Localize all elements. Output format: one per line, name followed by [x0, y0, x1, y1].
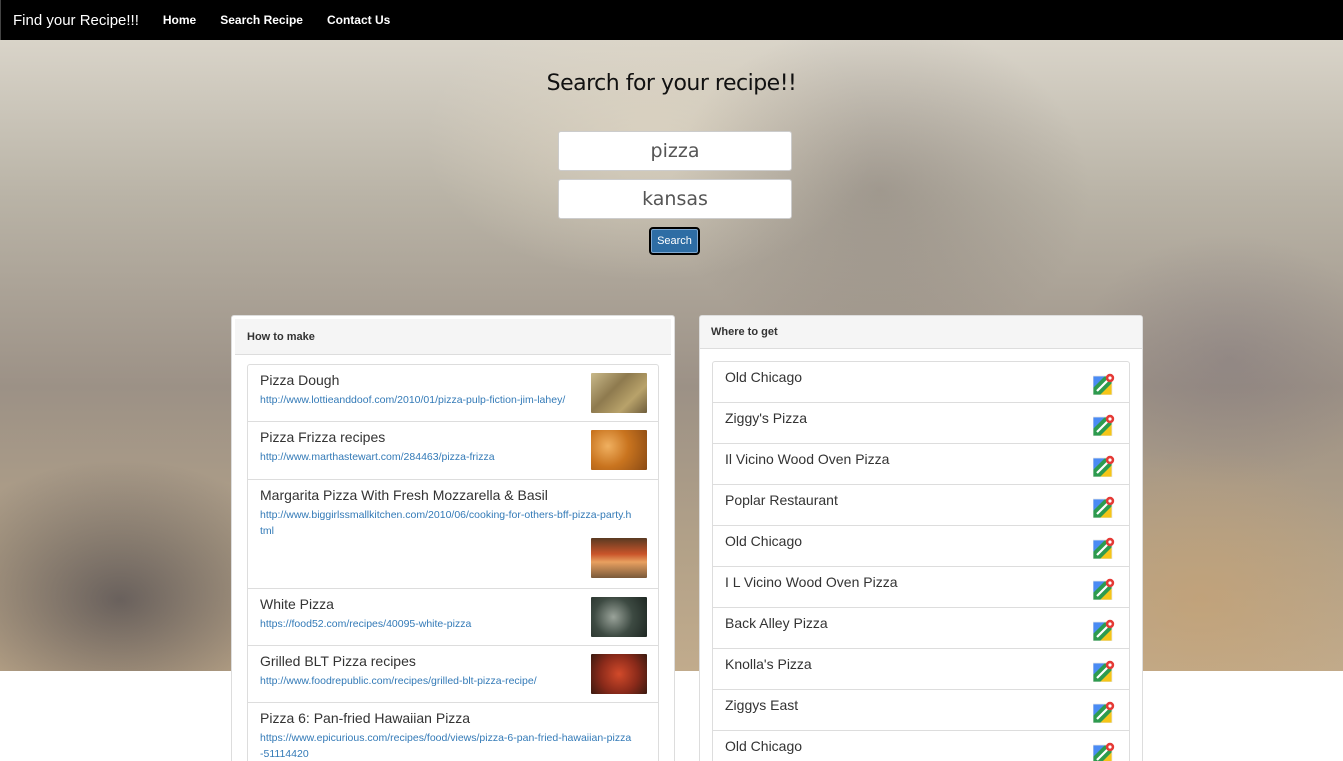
recipe-link[interactable]: https://www.epicurious.com/recipes/food/… [260, 730, 632, 761]
recipe-link[interactable]: http://www.lottieanddoof.com/2010/01/piz… [260, 392, 632, 408]
places-panel-heading: Where to get [700, 316, 1142, 349]
google-maps-icon[interactable] [1092, 660, 1115, 683]
google-maps-icon[interactable] [1092, 455, 1115, 478]
recipes-panel-heading: How to make [235, 319, 671, 355]
place-item[interactable]: I L Vicino Wood Oven Pizza [713, 567, 1129, 608]
place-item[interactable]: Ziggys East [713, 690, 1129, 731]
place-list: Old Chicago Ziggy's Pizza Il Vicino Wood O… [712, 361, 1130, 761]
location-input[interactable] [558, 179, 792, 219]
recipe-item[interactable]: Pizza Frizza recipes http://www.marthast… [248, 422, 658, 480]
place-name: Old Chicago [725, 369, 803, 385]
nav-link-home[interactable]: Home [163, 13, 196, 27]
place-item[interactable]: Il Vicino Wood Oven Pizza [713, 444, 1129, 485]
recipe-thumbnail [591, 654, 647, 694]
brand-link[interactable]: Find your Recipe!!! [13, 12, 139, 29]
google-maps-icon[interactable] [1092, 701, 1115, 724]
google-maps-icon[interactable] [1092, 619, 1115, 642]
nav-link-contact-us[interactable]: Contact Us [327, 13, 390, 27]
navbar: Find your Recipe!!! Home Search Recipe C… [0, 0, 1343, 40]
place-name: Ziggys East [725, 697, 799, 713]
recipe-item[interactable]: White Pizza https://food52.com/recipes/4… [248, 589, 658, 646]
google-maps-icon[interactable] [1092, 578, 1115, 601]
place-name: Knolla's Pizza [725, 656, 812, 672]
place-name: Back Alley Pizza [725, 615, 828, 631]
nav-link-search-recipe[interactable]: Search Recipe [220, 13, 303, 27]
google-maps-icon[interactable] [1092, 414, 1115, 437]
place-item[interactable]: Old Chicago [713, 526, 1129, 567]
recipe-item[interactable]: Grilled BLT Pizza recipes http://www.foo… [248, 646, 658, 703]
recipe-item[interactable]: Pizza Dough http://www.lottieanddoof.com… [248, 365, 658, 422]
recipe-title: Margarita Pizza With Fresh Mozzarella & … [260, 487, 548, 503]
recipe-link[interactable]: http://www.biggirlssmallkitchen.com/2010… [260, 507, 632, 539]
place-name: Old Chicago [725, 738, 803, 754]
place-item[interactable]: Back Alley Pizza [713, 608, 1129, 649]
place-name: I L Vicino Wood Oven Pizza [725, 574, 898, 590]
recipe-thumbnail [591, 430, 647, 470]
recipe-list: Pizza Dough http://www.lottieanddoof.com… [247, 364, 659, 761]
recipe-item[interactable]: Margarita Pizza With Fresh Mozzarella & … [248, 480, 658, 589]
recipe-search-input[interactable] [558, 131, 792, 171]
place-item[interactable]: Old Chicago [713, 362, 1129, 403]
recipe-thumbnail [591, 597, 647, 637]
recipe-thumbnail [591, 373, 647, 413]
search-button[interactable]: Search [649, 227, 700, 255]
recipe-thumbnail [591, 538, 647, 578]
place-item[interactable]: Ziggy's Pizza [713, 403, 1129, 444]
recipe-title: Pizza Dough [260, 372, 340, 388]
place-item[interactable]: Knolla's Pizza [713, 649, 1129, 690]
recipes-panel: How to make Pizza Dough http://www.lotti… [231, 315, 675, 761]
recipe-title: Pizza 6: Pan-fried Hawaiian Pizza [260, 710, 471, 726]
recipe-title: White Pizza [260, 596, 334, 612]
recipe-link[interactable]: http://www.marthastewart.com/284463/pizz… [260, 449, 632, 465]
place-name: Il Vicino Wood Oven Pizza [725, 451, 890, 467]
recipe-item[interactable]: Pizza 6: Pan-fried Hawaiian Pizza https:… [248, 703, 658, 761]
places-panel: Where to get Old Chicago Ziggy's Pizza Il … [699, 315, 1143, 761]
place-item[interactable]: Old Chicago [713, 731, 1129, 761]
google-maps-icon[interactable] [1092, 742, 1115, 761]
recipe-title: Pizza Frizza recipes [260, 429, 386, 445]
place-item[interactable]: Poplar Restaurant [713, 485, 1129, 526]
google-maps-icon[interactable] [1092, 537, 1115, 560]
place-name: Old Chicago [725, 533, 803, 549]
google-maps-icon[interactable] [1092, 496, 1115, 519]
recipe-title: Grilled BLT Pizza recipes [260, 653, 416, 669]
place-name: Ziggy's Pizza [725, 410, 808, 426]
recipe-link[interactable]: https://food52.com/recipes/40095-white-p… [260, 616, 632, 632]
google-maps-icon[interactable] [1092, 373, 1115, 396]
recipe-link[interactable]: http://www.foodrepublic.com/recipes/gril… [260, 673, 632, 689]
place-name: Poplar Restaurant [725, 492, 838, 508]
page-title: Search for your recipe!! [546, 71, 797, 96]
